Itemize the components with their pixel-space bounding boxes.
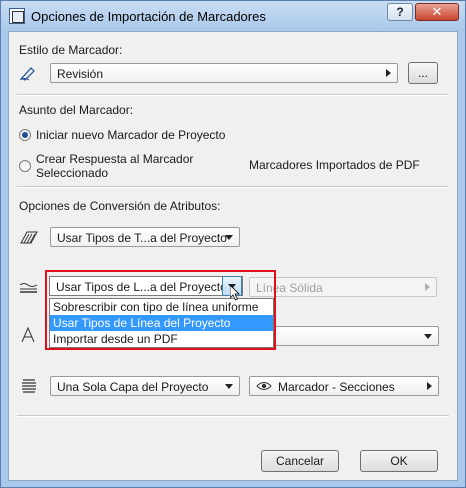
chevron-right-icon [427, 382, 432, 390]
font-icon [21, 327, 35, 343]
ok-button[interactable]: OK [360, 450, 438, 472]
chevron-right-icon [425, 283, 430, 291]
chevron-right-icon [386, 69, 391, 77]
close-button[interactable]: ✕ [415, 3, 459, 21]
layer-target-value: Marcador - Secciones [278, 380, 395, 394]
separator [17, 186, 449, 188]
menu-item-import-pdf[interactable]: Importar desde un PDF [50, 331, 273, 347]
marker-subject-heading: Asunto del Marcador: [19, 103, 134, 117]
radio-reply-marker-label[interactable]: Crear Respuesta al Marcador Seleccionado [36, 152, 206, 180]
cancel-button[interactable]: Cancelar [261, 450, 339, 472]
marker-style-heading: Estilo de Marcador: [19, 43, 123, 57]
conversion-heading: Opciones de Conversión de Atributos: [19, 199, 221, 213]
dialog-body: Estilo de Marcador: Revisión ... Asunto … [8, 31, 458, 481]
dialog-title: Opciones de Importación de Marcadores [31, 9, 266, 24]
radio-reply-marker[interactable] [19, 160, 31, 172]
line-source-value: Usar Tipos de L...a del Proyecto [56, 280, 227, 294]
font-dropdown[interactable]: ial [249, 326, 439, 346]
layer-target-dropdown[interactable]: Marcador - Secciones [249, 376, 439, 396]
chevron-down-icon [225, 384, 233, 389]
line-source-menu: Sobrescribir con tipo de línea uniforme … [49, 298, 274, 348]
imported-markers-label: Marcadores Importados de PDF [249, 158, 420, 172]
chevron-down-icon [424, 334, 432, 339]
menu-item-uniform-line[interactable]: Sobrescribir con tipo de línea uniforme [50, 299, 273, 315]
fill-hatch-icon [20, 231, 38, 244]
menu-item-project-line-types[interactable]: Usar Tipos de Línea del Proyecto [50, 315, 273, 331]
line-type-dropdown[interactable]: Línea Sólida [249, 277, 437, 297]
mouse-cursor-icon [230, 285, 240, 301]
chevron-down-icon [225, 235, 233, 240]
pen-icon [19, 67, 35, 81]
help-button[interactable]: ? [387, 3, 413, 21]
app-icon [9, 8, 25, 24]
radio-new-marker[interactable] [19, 129, 31, 141]
marker-style-dropdown[interactable]: Revisión [50, 63, 398, 83]
line-source-dropdown[interactable]: Usar Tipos de L...a del Proyecto [49, 276, 243, 296]
fill-type-dropdown[interactable]: Usar Tipos de T...a del Proyecto [50, 227, 240, 247]
eye-icon [256, 382, 272, 390]
title-bar[interactable]: Opciones de Importación de Marcadores ? … [1, 1, 465, 31]
separator [17, 94, 449, 96]
layer-value: Una Sola Capa del Proyecto [57, 380, 209, 394]
browse-button[interactable]: ... [408, 62, 438, 84]
layer-dropdown[interactable]: Una Sola Capa del Proyecto [50, 376, 240, 396]
layers-icon [22, 379, 36, 393]
fill-type-value: Usar Tipos de T...a del Proyecto [57, 231, 227, 245]
radio-new-marker-label[interactable]: Iniciar nuevo Marcador de Proyecto [36, 128, 225, 142]
separator [17, 415, 449, 417]
line-type-icon [19, 283, 38, 293]
dialog-window: Opciones de Importación de Marcadores ? … [0, 0, 466, 488]
marker-style-value: Revisión [57, 67, 104, 81]
